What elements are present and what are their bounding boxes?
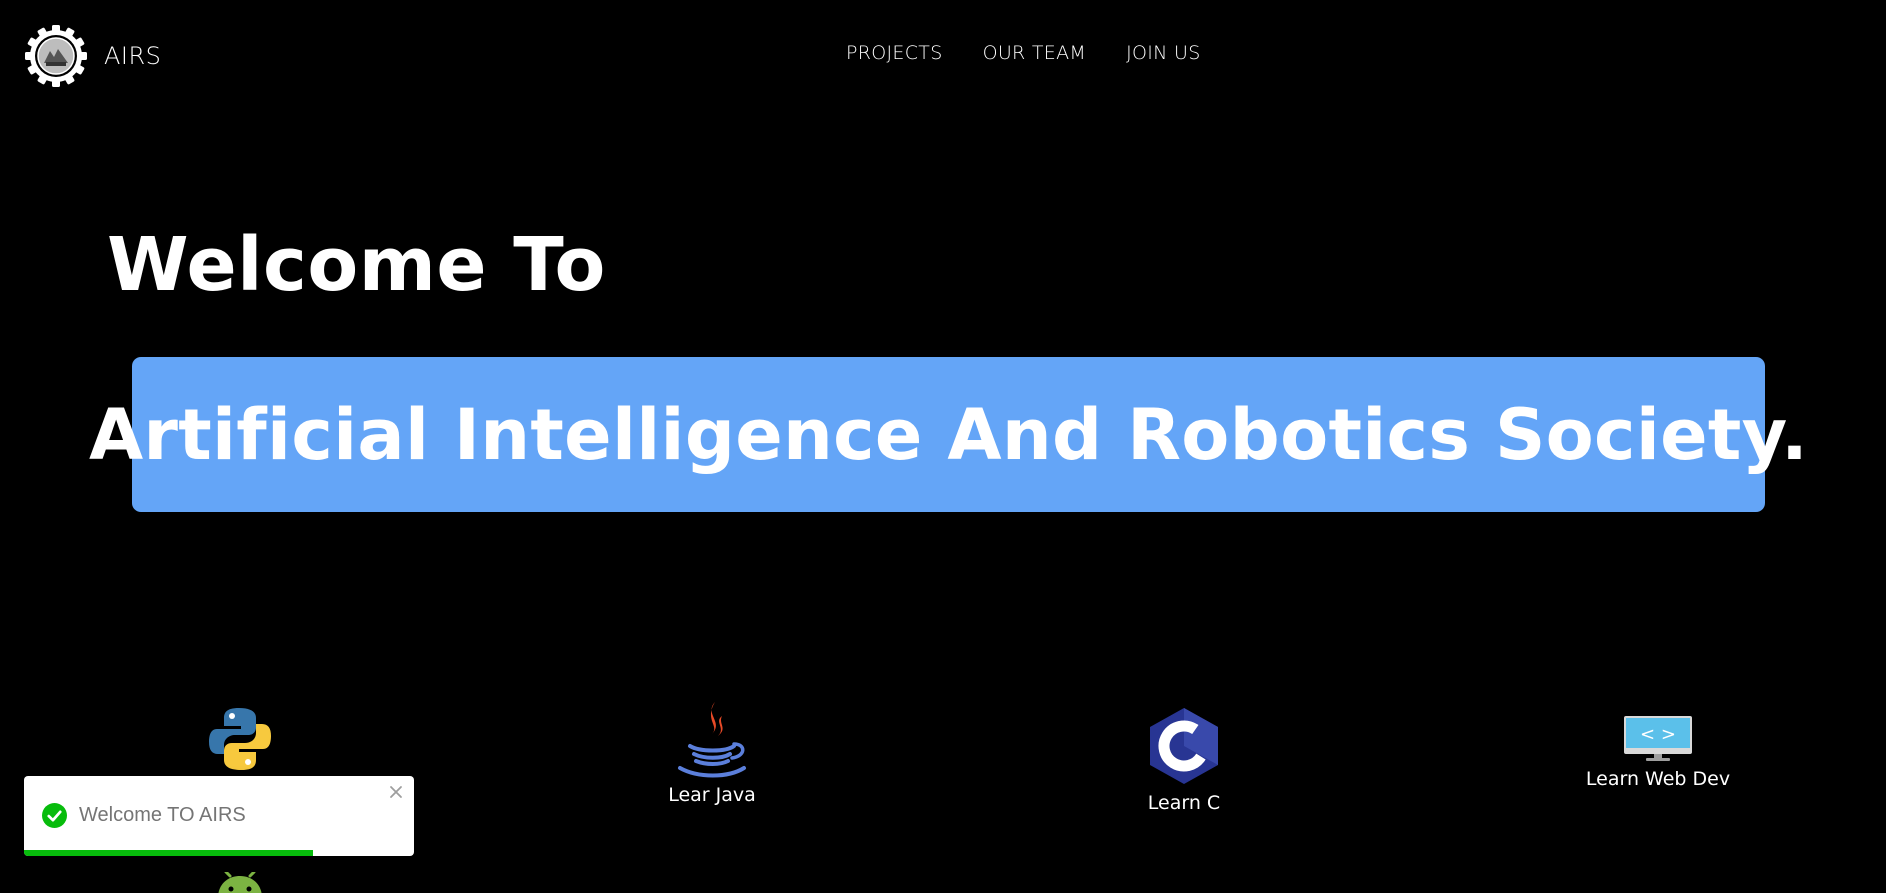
nav-projects-link[interactable]: PROJECTS (846, 42, 943, 64)
course-java-label: Lear Java (668, 784, 756, 806)
python-icon (209, 708, 271, 770)
nav-links: PROJECTS OUR TEAM JOIN US (846, 42, 1201, 64)
course-c[interactable]: Learn C (1134, 706, 1234, 814)
nav-our-team-link[interactable]: OUR TEAM (983, 42, 1087, 64)
welcome-heading: Welcome To (107, 222, 606, 308)
course-c-label: Learn C (1147, 792, 1221, 814)
welcome-toast: Welcome TO AIRS (24, 776, 414, 856)
course-python[interactable] (200, 706, 280, 778)
success-check-icon (42, 803, 67, 828)
gear-logo-icon (25, 25, 87, 87)
course-android[interactable] (206, 872, 274, 893)
toast-message: Welcome TO AIRS (79, 804, 246, 826)
close-icon[interactable] (388, 784, 404, 800)
web-dev-monitor-icon: < > (1624, 716, 1692, 761)
toast-progress-bar (24, 850, 313, 856)
android-icon (218, 872, 262, 893)
course-java[interactable]: Lear Java (662, 700, 762, 806)
course-web-dev[interactable]: < > Learn Web Dev (1578, 714, 1738, 790)
navbar: AIRS PROJECTS OUR TEAM JOIN US (0, 0, 1886, 112)
c-language-icon (1150, 708, 1218, 784)
society-name: Artificial Intelligence And Robotics Soc… (88, 393, 1809, 476)
page: AIRS PROJECTS OUR TEAM JOIN US Welcome T… (0, 0, 1886, 893)
svg-text:< >: < > (1640, 724, 1676, 745)
brand-link[interactable]: AIRS (24, 24, 161, 88)
brand-name: AIRS (104, 42, 162, 70)
nav-join-us-link[interactable]: JOIN US (1126, 42, 1200, 64)
course-web-dev-label: Learn Web Dev (1585, 768, 1731, 790)
society-banner: Artificial Intelligence And Robotics Soc… (89, 357, 1808, 512)
java-icon (678, 702, 746, 778)
